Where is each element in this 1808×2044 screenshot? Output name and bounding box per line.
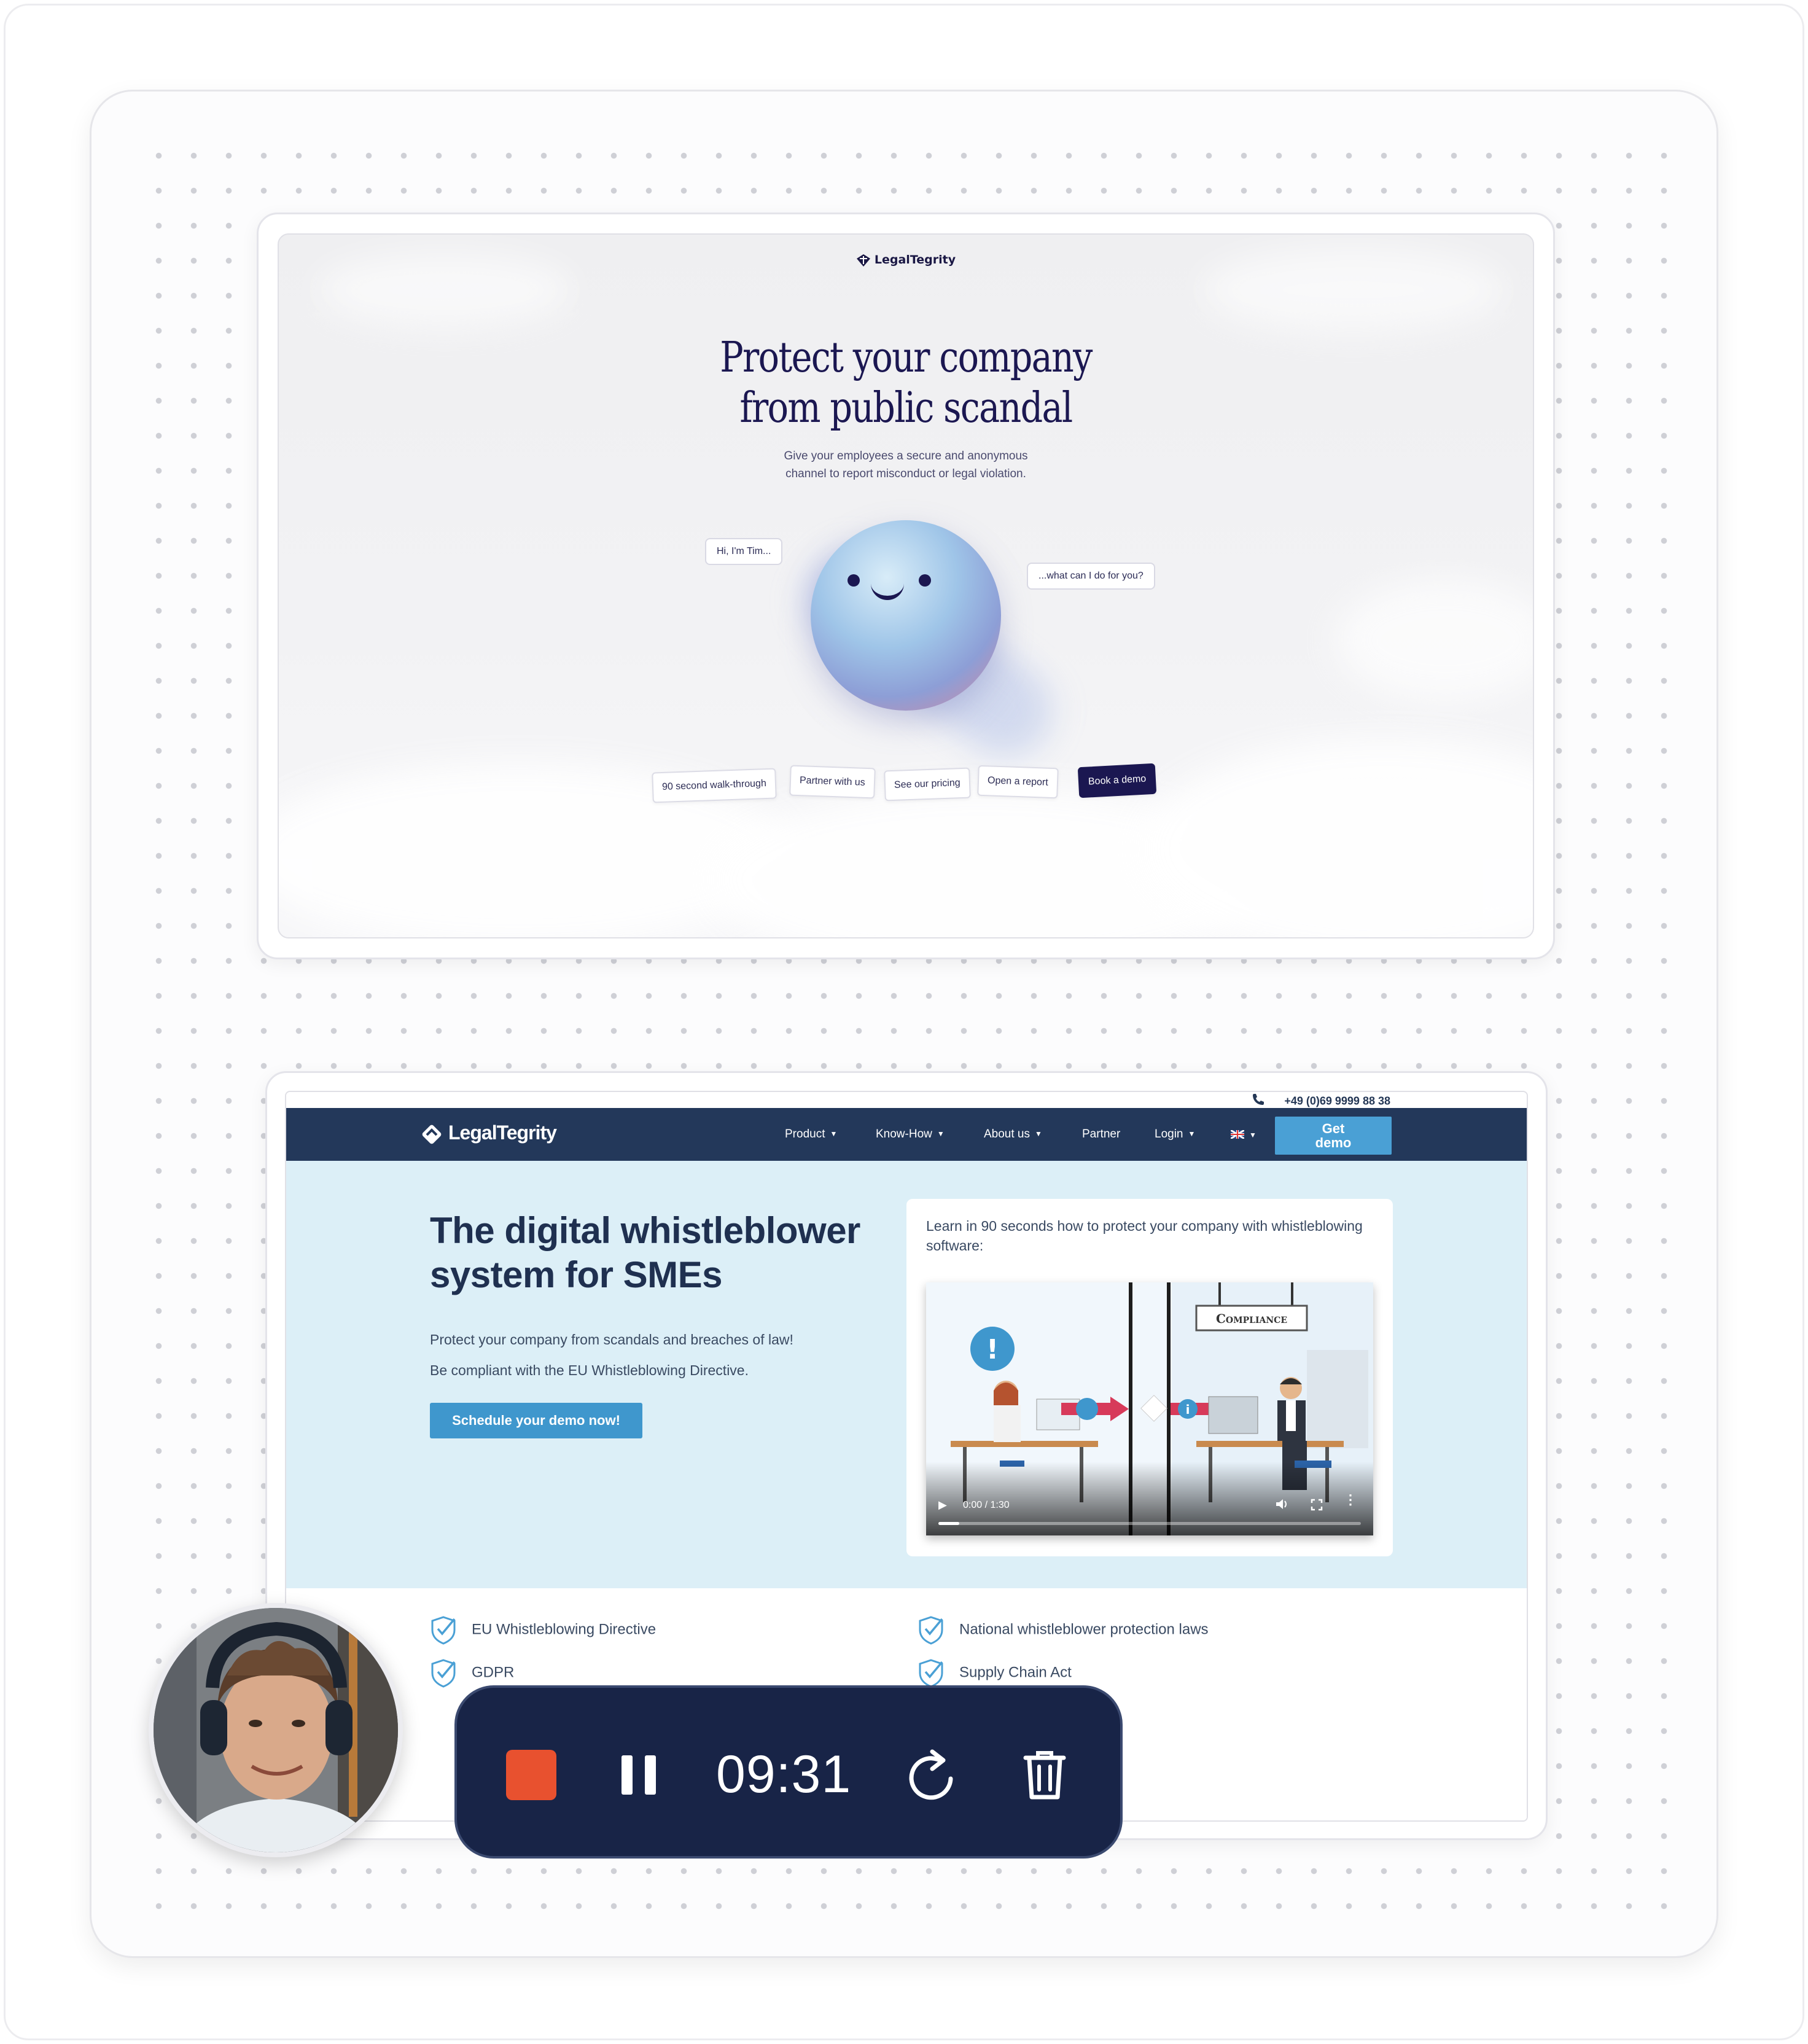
pause-button[interactable] [622, 1755, 657, 1795]
hero-subtitle-line2: channel to report misconduct or legal vi… [785, 467, 1026, 480]
feature-eu-directive: EU Whistleblowing Directive [430, 1615, 656, 1645]
orb-eye [847, 574, 860, 587]
video-caption: Learn in 90 seconds how to protect your … [926, 1218, 1363, 1254]
video-controls: ▶ 0:00 / 1:30 ⋮ [926, 1462, 1373, 1535]
restart-icon [909, 1749, 953, 1800]
nav-login[interactable]: Login ▼ [1155, 1128, 1195, 1141]
hero-headline: Protect your company from public scandal [379, 333, 1432, 434]
compliance-sign: Compliance [1216, 1311, 1287, 1326]
svg-text:i: i [1186, 1402, 1190, 1417]
nav-partner[interactable]: Partner [1082, 1128, 1120, 1141]
get-demo-button[interactable]: Get demo [1275, 1117, 1392, 1155]
video-progress-track[interactable] [938, 1522, 1361, 1525]
nav-about-us-label: About us [984, 1128, 1030, 1141]
feature-label: National whistleblower protection laws [959, 1621, 1209, 1638]
nav-know-how[interactable]: Know-How ▼ [876, 1128, 945, 1141]
brand-logo[interactable]: LegalTegrity [279, 253, 1533, 267]
stop-icon [506, 1750, 556, 1800]
explainer-video[interactable]: Compliance ! i ▶ 0:00 / 1:30 ⋮ [926, 1282, 1373, 1535]
get-demo-line1: Get [1322, 1121, 1345, 1136]
hero-title-line1: The digital whistleblower [430, 1210, 860, 1251]
feature-national-laws: National whistleblower protection laws [918, 1615, 1209, 1645]
hero-subtitle-line1: Protect your company from scandals and b… [430, 1332, 793, 1348]
phone-number: +49 (0)69 9999 88 38 [1284, 1094, 1390, 1107]
chip-walkthrough[interactable]: 90 second walk-through [652, 768, 777, 803]
hero-headline-line1: Protect your company [720, 334, 1093, 382]
shield-check-icon [919, 1659, 943, 1688]
restart-button[interactable] [904, 1747, 958, 1806]
uk-flag-icon [1230, 1129, 1245, 1140]
schedule-demo-button[interactable]: Schedule your demo now! [430, 1403, 642, 1438]
cloud [1335, 579, 1533, 701]
chat-bubble-greeting: Hi, I'm Tim... [705, 538, 783, 565]
chevron-down-icon: ▼ [830, 1129, 838, 1138]
hero-section: The digital whistleblower system for SME… [286, 1161, 1527, 1588]
orb-smile [871, 582, 904, 600]
nav-logo[interactable]: LegalTegrity [420, 1121, 557, 1146]
delete-recording-button[interactable] [1023, 1749, 1066, 1803]
shield-check-icon [431, 1616, 456, 1645]
nav-brand-name: LegalTegrity [448, 1121, 557, 1144]
chip-open-report[interactable]: Open a report [977, 765, 1059, 799]
feature-label: Supply Chain Act [959, 1664, 1072, 1681]
feature-label: EU Whistleblowing Directive [472, 1621, 657, 1638]
chip-partner[interactable]: Partner with us [789, 765, 876, 799]
chevron-down-icon: ▼ [1249, 1131, 1257, 1139]
hero-title-line2: system for SMEs [430, 1254, 723, 1295]
phone-contact[interactable]: +49 (0)69 9999 88 38 [1251, 1092, 1390, 1108]
navbar: LegalTegrity Product ▼ Know-How ▼ About us… [286, 1108, 1527, 1161]
trash-icon [1023, 1751, 1066, 1800]
chip-pricing[interactable]: See our pricing [884, 767, 971, 802]
cloud [1139, 738, 1533, 937]
nav-login-label: Login [1155, 1128, 1183, 1141]
hero-subtitle: Protect your company from scandals and b… [430, 1324, 897, 1386]
volume-icon[interactable] [1275, 1497, 1290, 1514]
shield-check-icon [431, 1659, 456, 1688]
hero-subtitle-line1: Give your employees a secure and anonymo… [784, 450, 1028, 462]
chat-bubble-question: ...what can I do for you? [1027, 563, 1155, 590]
tim-mascot-orb [811, 520, 1001, 711]
video-card: Learn in 90 seconds how to protect your … [906, 1199, 1393, 1556]
language-selector[interactable]: ▼ [1230, 1129, 1257, 1142]
webcam-bubble[interactable] [149, 1603, 403, 1857]
hero-title: The digital whistleblower system for SME… [430, 1209, 897, 1297]
shield-check-icon [919, 1616, 943, 1645]
video-time: 0:00 / 1:30 [963, 1500, 1010, 1510]
feature-supply-chain-act: Supply Chain Act [918, 1658, 1072, 1688]
get-demo-line2: demo [1315, 1135, 1352, 1150]
logo-mark-icon [422, 1125, 442, 1144]
nav-know-how-label: Know-How [876, 1128, 932, 1141]
presenter-avatar [154, 1608, 398, 1852]
legaltegrity-landing-screenshot: LegalTegrity Protect your company from p… [278, 233, 1534, 938]
hero-headline-line2: from public scandal [739, 384, 1074, 432]
hero-subtitle: Give your employees a secure and anonymo… [279, 447, 1533, 483]
chevron-down-icon: ▼ [1188, 1129, 1196, 1138]
hero-subtitle-line2: Be compliant with the EU Whistleblowing … [430, 1362, 749, 1378]
logo-mark-icon [856, 254, 870, 267]
recording-timer: 09:31 [716, 1745, 852, 1804]
chevron-down-icon: ▼ [937, 1129, 945, 1138]
video-progress-fill [938, 1522, 960, 1525]
book-demo-button[interactable]: Book a demo [1077, 763, 1157, 798]
feature-label: GDPR [472, 1664, 515, 1681]
fullscreen-icon[interactable] [1311, 1499, 1323, 1514]
stop-recording-button[interactable] [506, 1750, 556, 1800]
orb-eye [919, 574, 931, 587]
feature-gdpr: GDPR [430, 1658, 514, 1688]
chevron-down-icon: ▼ [1035, 1129, 1042, 1138]
brand-name: LegalTegrity [874, 253, 956, 267]
recording-control-bar: 09:31 [454, 1685, 1123, 1859]
svg-text:!: ! [986, 1334, 999, 1365]
play-icon[interactable]: ▶ [938, 1499, 947, 1512]
nav-product-label: Product [785, 1128, 825, 1141]
more-options-icon[interactable]: ⋮ [1344, 1493, 1357, 1507]
nav-about-us[interactable]: About us ▼ [984, 1128, 1042, 1141]
nav-product[interactable]: Product ▼ [785, 1128, 837, 1141]
